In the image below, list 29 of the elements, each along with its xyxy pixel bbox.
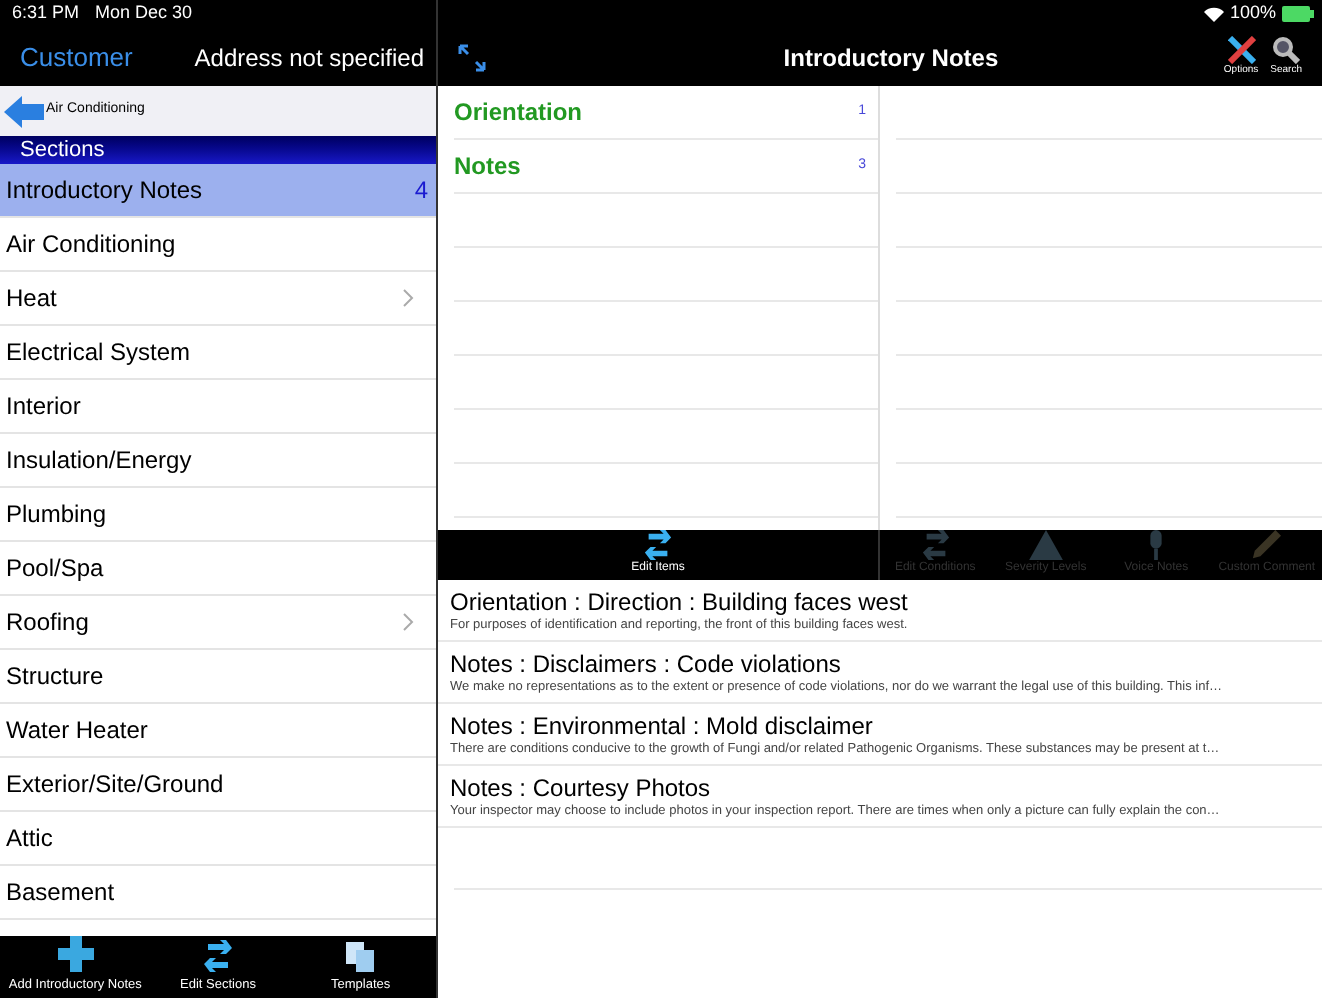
section-label: Air Conditioning [6,228,176,262]
screen-title: Introductory Notes [781,41,1001,75]
status-date: Mon Dec 30 [95,0,193,27]
status-time: 6:31 PM [12,0,80,27]
section-label: Interior [6,390,81,424]
section-label: Water Heater [6,714,148,748]
note-title: Notes : Courtesy Photos [450,773,713,801]
section-label: Attic [6,822,53,856]
note-title: Notes : Disclaimers : Code violations [450,649,843,677]
section-item[interactable]: Introductory Notes 4 [0,164,436,218]
sections-header: Sections [0,136,436,164]
section-label: Electrical System [6,336,191,370]
category-label: Orientation [454,96,583,130]
section-label: Heat [6,282,57,316]
note-title: Orientation : Direction : Building faces west [450,587,910,615]
section-label: Plumbing [6,498,107,532]
battery-percent: 100% [1229,0,1276,27]
section-label: Structure [6,660,104,694]
section-label: Basement [6,876,115,910]
section-label: Roofing [6,606,89,640]
customer-back-button[interactable]: Customer [20,37,133,77]
section-label: Exterior/Site/Ground [6,768,224,802]
note-title: Notes : Environmental : Mold disclaimer [450,711,875,739]
category-label: Notes [454,150,521,184]
section-label: Introductory Notes [6,174,203,208]
address-label: Address not specified [194,41,424,75]
section-label: Insulation/Energy [6,444,192,478]
section-label: Pool/Spa [6,552,104,586]
section-count: 4 [414,174,430,208]
